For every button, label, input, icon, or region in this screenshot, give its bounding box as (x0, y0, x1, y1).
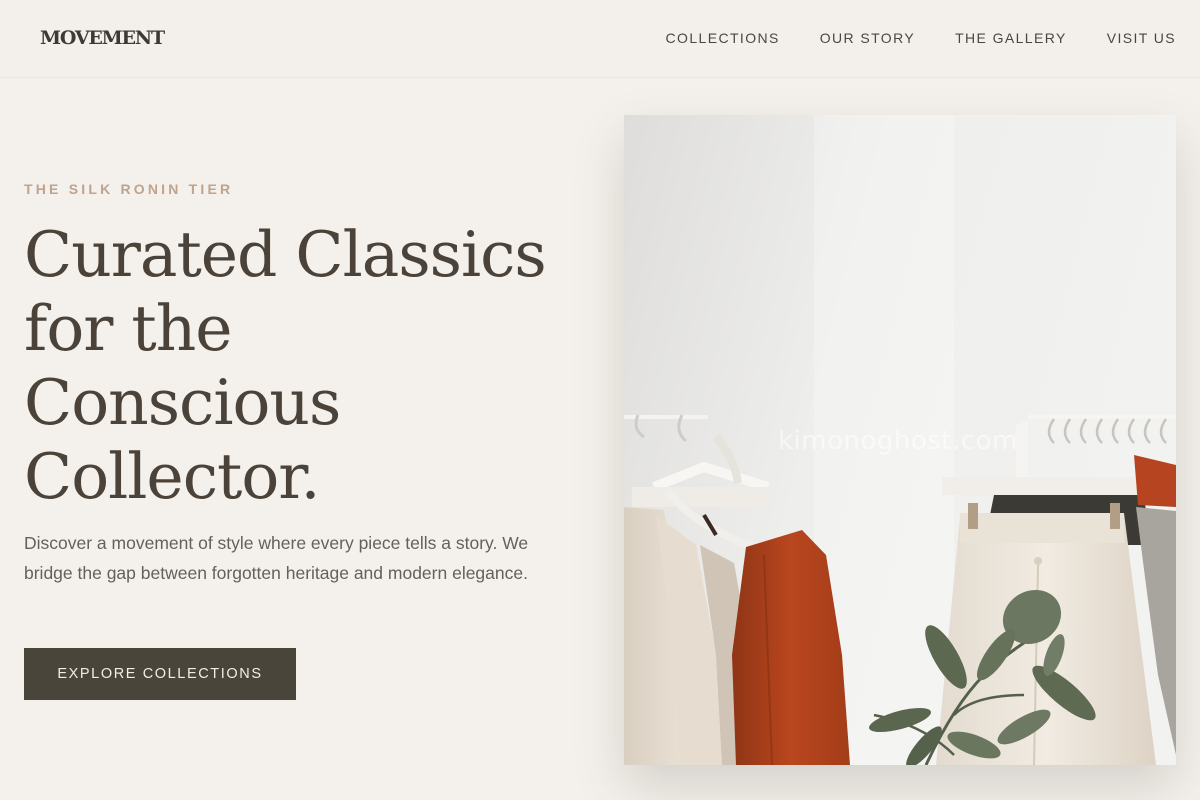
headline-line: Conscious (24, 366, 341, 439)
headline-line: Curated Classics (24, 218, 547, 291)
headline-line: Collector. (24, 440, 320, 513)
nav-link-our-story[interactable]: OUR STORY (820, 30, 915, 46)
hero-headline: Curated Classics for the Conscious Colle… (24, 218, 584, 514)
nav-link-collections[interactable]: COLLECTIONS (666, 30, 780, 46)
nav-link-visit-us[interactable]: VISIT US (1107, 30, 1176, 46)
main-nav: COLLECTIONS OUR STORY THE GALLERY VISIT … (666, 30, 1176, 46)
logo[interactable]: MOVEMENT (40, 27, 165, 49)
nav-link-the-gallery[interactable]: THE GALLERY (955, 30, 1067, 46)
site-header: MOVEMENT COLLECTIONS OUR STORY THE GALLE… (0, 0, 1200, 78)
headline-line: for the (24, 292, 233, 365)
explore-collections-button[interactable]: EXPLORE COLLECTIONS (24, 648, 296, 700)
clothing-rack-photo (624, 115, 1176, 765)
hero-eyebrow: THE SILK RONIN TIER (24, 181, 234, 197)
hero-image: kimonoghost.com (624, 115, 1176, 765)
hero-description: Discover a movement of style where every… (24, 533, 529, 583)
